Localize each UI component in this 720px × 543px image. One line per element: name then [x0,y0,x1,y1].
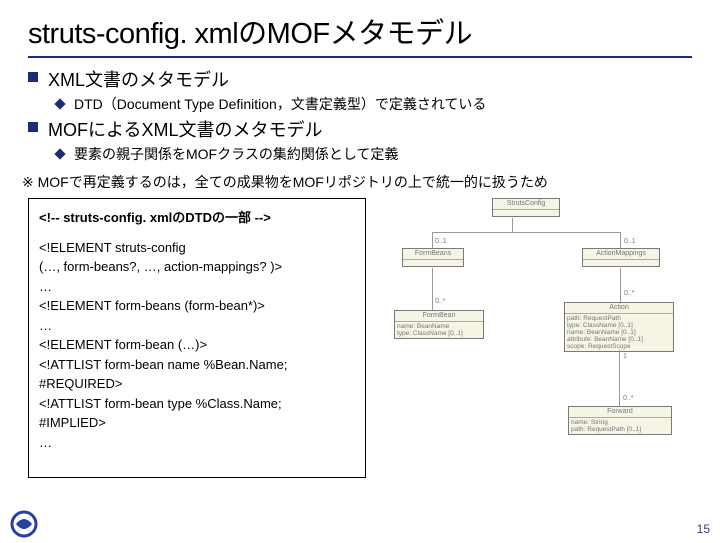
class-body: name: BeanName type: ClassName [0..1] [395,322,483,338]
class-forward: Forward name: String path: RequestPath [… [568,406,672,435]
page-title: struts-config. xmlのMOFメタモデル [28,10,692,52]
code-line: … [39,278,355,296]
uml-diagram: StrutsConfig FormBeans ActionMappings Fo… [372,198,706,478]
uml-connector [620,268,621,302]
class-formbeans: FormBeans [402,248,464,267]
class-action: Action path: RequestPath type: ClassName… [564,302,674,352]
code-line: #IMPLIED> [39,414,355,432]
uml-connector [432,268,433,310]
page-number: 15 [697,522,710,536]
code-line: <!ELEMENT struts-config [39,239,355,257]
code-line: <!ATTLIST form-bean type %Class.Name; [39,395,355,413]
uml-connector [620,232,621,248]
multiplicity: 0..* [623,395,634,402]
class-header: ActionMappings [583,249,659,260]
bullet-4-text: 要素の親子関係をMOFクラスの集約関係として定義 [74,144,398,164]
bullet-1-text: XML文書のメタモデル [48,66,229,92]
code-comment: <!-- struts-config. xmlのDTDの一部 --> [39,209,355,227]
uml-connector [432,232,620,233]
code-line: … [39,434,355,452]
multiplicity: 0..* [435,298,446,305]
class-strutsconfig: StrutsConfig [492,198,560,217]
diamond-bullet-icon [54,98,65,109]
code-line: <!ATTLIST form-bean name %Bean.Name; [39,356,355,374]
class-body: path: RequestPath type: ClassName [0..1]… [565,314,673,352]
uml-connector [432,232,433,248]
code-line: #REQUIRED> [39,375,355,393]
bullet-3: MOFによるXML文書のメタモデル [28,116,720,142]
class-header: FormBean [395,311,483,322]
bullet-4: 要素の親子関係をMOFクラスの集約関係として定義 [54,144,720,164]
square-bullet-icon [28,72,38,82]
uml-connector [619,350,620,406]
bullet-2-text: DTD（Document Type Definition，文書定義型）で定義され… [74,94,486,114]
class-formbean: FormBean name: BeanName type: ClassName … [394,310,484,339]
code-line: <!ELEMENT form-bean (…)> [39,336,355,354]
title-divider [28,56,692,58]
code-line: … [39,317,355,335]
bullet-2: DTD（Document Type Definition，文書定義型）で定義され… [54,94,720,114]
dtd-code-box: <!-- struts-config. xmlのDTDの一部 --> <!ELE… [28,198,366,478]
class-header: Action [565,303,673,314]
bullet-list: XML文書のメタモデル DTD（Document Type Definition… [0,66,720,164]
multiplicity: 0..* [624,290,635,297]
class-header: StrutsConfig [493,199,559,210]
multiplicity: 0..1 [435,238,447,245]
multiplicity: 1 [623,353,627,360]
class-actionmappings: ActionMappings [582,248,660,267]
class-header: Forward [569,407,671,418]
multiplicity: 0..1 [624,238,636,245]
bullet-1: XML文書のメタモデル [28,66,720,92]
code-line: <!ELEMENT form-beans (form-bean*)> [39,297,355,315]
diamond-bullet-icon [54,148,65,159]
square-bullet-icon [28,122,38,132]
logo-icon [10,510,38,538]
class-header: FormBeans [403,249,463,260]
uml-connector [512,218,513,232]
bullet-3-text: MOFによるXML文書のメタモデル [48,116,322,142]
class-body: name: String path: RequestPath [0..1] [569,418,671,434]
code-line: (…, form-beans?, …, action-mappings? )> [39,258,355,276]
note-text: ※ MOFで再定義するのは，全ての成果物をMOFリポジトリの上で統一的に扱うため [22,172,720,192]
